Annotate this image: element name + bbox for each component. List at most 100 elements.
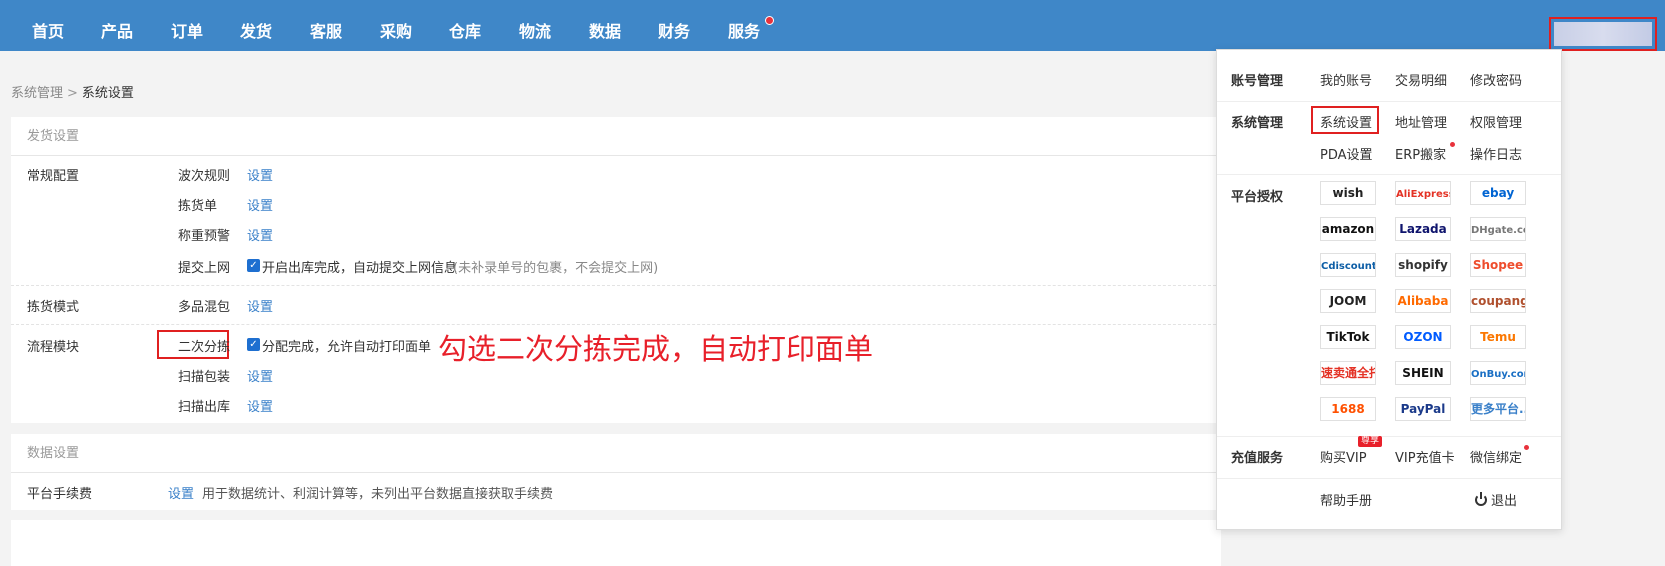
nav-purchase-label: 采购 — [380, 22, 413, 41]
platform-logo-label: Temu — [1480, 330, 1516, 344]
platform-logo-7[interactable]: shopify — [1395, 253, 1451, 277]
nav-products[interactable]: 产品 — [101, 0, 133, 51]
account-management-label: 账号管理 — [1231, 74, 1284, 89]
nav-service[interactable]: 客服 — [310, 0, 342, 51]
platform-logo-13[interactable]: OZON — [1395, 325, 1451, 349]
platform-logo-20[interactable]: 更多平台... — [1470, 397, 1526, 421]
nav-warehouse[interactable]: 仓库 — [449, 0, 481, 51]
my-account-link[interactable]: 我的账号 — [1320, 70, 1372, 89]
platform-logo-18[interactable]: 1688 — [1320, 397, 1376, 421]
scan-outbound-set-link[interactable]: 设置 — [247, 396, 273, 415]
nav-orders[interactable]: 订单 — [171, 0, 203, 51]
buy-vip-link[interactable]: 购买VIP — [1320, 447, 1367, 466]
general-config-label: 常规配置 — [27, 169, 80, 184]
platform-logo-5[interactable]: DHgate.com — [1470, 217, 1526, 241]
vip-card-link[interactable]: VIP充值卡 — [1395, 447, 1455, 466]
secondary-sorting-checkbox[interactable]: ✓ — [247, 338, 260, 351]
platform-logo-9[interactable]: JOOM — [1320, 289, 1376, 313]
platform-auth-label: 平台授权 — [1231, 190, 1284, 205]
nav-home[interactable]: 首页 — [32, 0, 64, 51]
platform-fee-set-link[interactable]: 设置 — [168, 483, 194, 502]
nav-finance-label: 财务 — [658, 22, 691, 41]
logout-button[interactable]: 退出 — [1475, 490, 1517, 509]
platform-fee-label: 平台手续费 — [27, 487, 93, 502]
scan-outbound-label: 扫描出库 — [178, 400, 231, 415]
platform-logo-6[interactable]: Cdiscount — [1320, 253, 1376, 277]
nav-orders-label: 订单 — [171, 22, 204, 41]
divider — [1217, 174, 1561, 175]
flow-module-label: 流程模块 — [27, 340, 80, 355]
wechat-bind-link[interactable]: 微信绑定 — [1470, 447, 1522, 466]
multi-mix-set-link[interactable]: 设置 — [247, 296, 273, 315]
platform-logo-11[interactable]: coupang — [1470, 289, 1526, 313]
user-avatar-button[interactable] — [1549, 17, 1657, 51]
platform-logo-12[interactable]: TikTok — [1320, 325, 1376, 349]
power-icon — [1475, 492, 1487, 506]
weight-alert-set-link[interactable]: 设置 — [247, 225, 273, 244]
recharge-service-label: 充值服务 — [1231, 451, 1284, 466]
nav-finance[interactable]: 财务 — [658, 0, 690, 51]
system-management-label: 系统管理 — [1231, 116, 1284, 131]
breadcrumb: 系统管理 > 系统设置 — [11, 82, 134, 101]
submit-online-label: 提交上网 — [178, 261, 231, 276]
platform-logo-15[interactable]: 速卖通全托管 — [1320, 361, 1376, 385]
platform-logo-4[interactable]: Lazada — [1395, 217, 1451, 241]
multi-mix-label: 多品混包 — [178, 300, 231, 315]
platform-logo-17[interactable]: OnBuy.com — [1470, 361, 1526, 385]
picking-mode-label: 拣货模式 — [27, 300, 80, 315]
help-manual-link[interactable]: 帮助手册 — [1320, 490, 1372, 509]
picking-list-label: 拣货单 — [178, 199, 218, 214]
nav-home-label: 首页 — [32, 22, 65, 41]
platform-logo-0[interactable]: wish — [1320, 181, 1376, 205]
data-settings-header: 数据设置 — [11, 434, 1221, 473]
platform-logo-3[interactable]: amazon — [1320, 217, 1376, 241]
nav-shipping-label: 发货 — [240, 22, 273, 41]
notification-dot — [1450, 142, 1455, 147]
platform-logo-label: ebay — [1481, 186, 1515, 200]
nav-products-label: 产品 — [101, 22, 134, 41]
nav-service-label: 客服 — [310, 22, 343, 41]
secondary-sorting-label: 二次分拣 — [178, 340, 231, 355]
scan-pack-set-link[interactable]: 设置 — [247, 366, 273, 385]
platform-fee-desc: 用于数据统计、利润计算等，未列出平台数据直接获取手续费 — [202, 487, 554, 502]
platform-logo-2[interactable]: ebay — [1470, 181, 1526, 205]
erp-migration-link[interactable]: ERP搬家 — [1395, 144, 1446, 163]
platform-logo-label: OZON — [1403, 330, 1443, 344]
change-password-link[interactable]: 修改密码 — [1470, 70, 1522, 89]
notification-dot — [765, 16, 774, 25]
user-dropdown-menu: 账号管理 我的账号 交易明细 修改密码 系统管理 系统设置 地址管理 权限管理 … — [1216, 49, 1562, 530]
platform-logo-16[interactable]: SHEIN — [1395, 361, 1451, 385]
system-settings-link[interactable]: 系统设置 — [1320, 112, 1372, 131]
transactions-link[interactable]: 交易明细 — [1395, 70, 1447, 89]
address-management-link[interactable]: 地址管理 — [1395, 112, 1447, 131]
annotation-text: 勾选二次分拣完成，自动打印面单 — [438, 332, 874, 366]
platform-logo-10[interactable]: Alibaba — [1395, 289, 1451, 313]
platform-logo-label: DHgate.com — [1471, 225, 1525, 236]
platform-logo-label: 速卖通全托管 — [1321, 366, 1375, 380]
nav-purchase[interactable]: 采购 — [380, 0, 412, 51]
platform-logo-label: 更多平台... — [1471, 402, 1525, 416]
operation-log-link[interactable]: 操作日志 — [1470, 144, 1522, 163]
picking-list-set-link[interactable]: 设置 — [247, 195, 273, 214]
permission-management-link[interactable]: 权限管理 — [1470, 112, 1522, 131]
pda-settings-link[interactable]: PDA设置 — [1320, 144, 1373, 163]
breadcrumb-current: 系统设置 — [81, 86, 134, 101]
platform-logo-8[interactable]: Shopee — [1470, 253, 1526, 277]
platform-logo-19[interactable]: PayPal — [1395, 397, 1451, 421]
platform-logo-label: JOOM — [1329, 294, 1367, 308]
platform-logo-label: AliExpress — [1396, 189, 1451, 200]
breadcrumb-parent[interactable]: 系统管理 — [11, 86, 63, 101]
nav-data[interactable]: 数据 — [589, 0, 621, 51]
nav-shipping[interactable]: 发货 — [240, 0, 272, 51]
platform-logo-14[interactable]: Temu — [1470, 325, 1526, 349]
platform-logo-label: amazon — [1321, 222, 1375, 236]
nav-logistics[interactable]: 物流 — [519, 0, 551, 51]
divider — [1217, 478, 1561, 479]
content-panel — [11, 520, 1221, 566]
submit-online-checkbox[interactable]: ✓ — [247, 259, 260, 272]
platform-logo-1[interactable]: AliExpress — [1395, 181, 1451, 205]
nav-services[interactable]: 服务 — [728, 0, 760, 51]
shipping-settings-header: 发货设置 — [11, 117, 1221, 156]
divider — [11, 285, 1221, 286]
wave-rule-set-link[interactable]: 设置 — [247, 165, 273, 184]
